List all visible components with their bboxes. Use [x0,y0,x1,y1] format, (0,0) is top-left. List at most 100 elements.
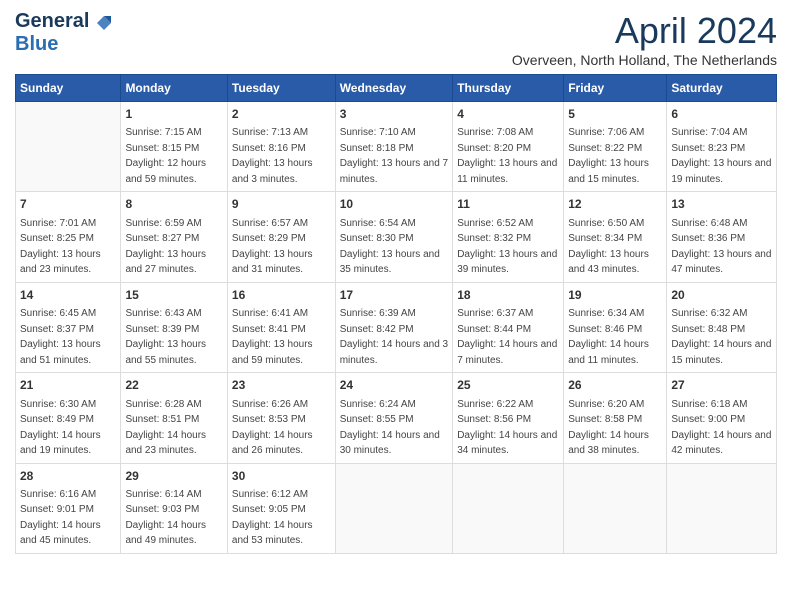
day-number: 4 [457,106,559,123]
sunrise: Sunrise: 6:39 AM [340,308,416,319]
logo-icon [95,14,113,32]
daylight: Daylight: 13 hours and 11 minutes. [457,158,557,185]
calendar-table: Sunday Monday Tuesday Wednesday Thursday… [15,74,777,554]
sunset: Sunset: 8:27 PM [125,233,199,244]
sunset: Sunset: 8:37 PM [20,324,94,335]
sunrise: Sunrise: 6:37 AM [457,308,533,319]
sunrise: Sunrise: 6:54 AM [340,218,416,229]
calendar-cell: 16Sunrise: 6:41 AMSunset: 8:41 PMDayligh… [227,282,335,372]
calendar-cell: 13Sunrise: 6:48 AMSunset: 8:36 PMDayligh… [667,192,777,282]
calendar-cell: 22Sunrise: 6:28 AMSunset: 8:51 PMDayligh… [121,373,227,463]
daylight: Daylight: 14 hours and 23 minutes. [125,430,206,457]
col-monday: Monday [121,75,227,102]
calendar-week-1: 1 Sunrise: 7:15 AM Sunset: 8:15 PM Daylight… [16,102,777,192]
sunset: Sunset: 8:32 PM [457,233,531,244]
sunrise: Sunrise: 6:52 AM [457,218,533,229]
calendar-cell [16,102,121,192]
sunset: Sunset: 8:18 PM [340,143,414,154]
sunrise: Sunrise: 7:15 AM [125,127,201,138]
sunset: Sunset: 8:41 PM [232,324,306,335]
sunrise: Sunrise: 6:18 AM [671,399,747,410]
sunset: Sunset: 8:53 PM [232,414,306,425]
logo: General Blue [15,10,113,56]
sunrise: Sunrise: 6:12 AM [232,489,308,500]
daylight: Daylight: 13 hours and 39 minutes. [457,249,557,276]
calendar-cell: 12Sunrise: 6:50 AMSunset: 8:34 PMDayligh… [564,192,667,282]
sunset: Sunset: 9:05 PM [232,504,306,515]
calendar-cell [335,463,453,553]
calendar-cell: 28Sunrise: 6:16 AMSunset: 9:01 PMDayligh… [16,463,121,553]
sunset: Sunset: 8:56 PM [457,414,531,425]
calendar-cell [453,463,564,553]
day-number: 1 [125,106,222,123]
calendar-cell: 24Sunrise: 6:24 AMSunset: 8:55 PMDayligh… [335,373,453,463]
calendar-cell: 5Sunrise: 7:06 AMSunset: 8:22 PMDaylight… [564,102,667,192]
sunset: Sunset: 9:01 PM [20,504,94,515]
sunrise: Sunrise: 6:50 AM [568,218,644,229]
sunrise: Sunrise: 7:01 AM [20,218,96,229]
daylight: Daylight: 14 hours and 49 minutes. [125,520,206,547]
col-thursday: Thursday [453,75,564,102]
calendar-cell: 15Sunrise: 6:43 AMSunset: 8:39 PMDayligh… [121,282,227,372]
calendar-cell: 27Sunrise: 6:18 AMSunset: 9:00 PMDayligh… [667,373,777,463]
daylight: Daylight: 14 hours and 53 minutes. [232,520,313,547]
sunset: Sunset: 8:16 PM [232,143,306,154]
col-tuesday: Tuesday [227,75,335,102]
title-block: April 2024 Overveen, North Holland, The … [512,10,777,68]
daylight: Daylight: 13 hours and 19 minutes. [671,158,771,185]
sunset: Sunset: 8:58 PM [568,414,642,425]
sunset: Sunset: 8:49 PM [20,414,94,425]
daylight: Daylight: 14 hours and 19 minutes. [20,430,101,457]
sunset: Sunset: 8:44 PM [457,324,531,335]
day-number: 7 [20,196,116,213]
calendar-week-3: 14Sunrise: 6:45 AMSunset: 8:37 PMDayligh… [16,282,777,372]
calendar-cell: 2Sunrise: 7:13 AMSunset: 8:16 PMDaylight… [227,102,335,192]
calendar-cell: 1Sunrise: 7:15 AMSunset: 8:15 PMDaylight… [121,102,227,192]
sunrise: Sunrise: 6:43 AM [125,308,201,319]
sunrise: Sunrise: 6:48 AM [671,218,747,229]
daylight: Daylight: 14 hours and 11 minutes. [568,339,649,366]
col-friday: Friday [564,75,667,102]
sunrise: Sunrise: 7:13 AM [232,127,308,138]
header: General Blue April 2024 Overveen, North … [15,10,777,68]
calendar-cell: 26Sunrise: 6:20 AMSunset: 8:58 PMDayligh… [564,373,667,463]
calendar-body: 1 Sunrise: 7:15 AM Sunset: 8:15 PM Daylight… [16,102,777,554]
calendar-header: Sunday Monday Tuesday Wednesday Thursday… [16,75,777,102]
calendar-cell: 21Sunrise: 6:30 AMSunset: 8:49 PMDayligh… [16,373,121,463]
daylight: Daylight: 13 hours and 3 minutes. [232,158,313,185]
sunrise: Sunrise: 6:32 AM [671,308,747,319]
daylight: Daylight: 13 hours and 43 minutes. [568,249,649,276]
sunrise: Sunrise: 6:14 AM [125,489,201,500]
day-number: 20 [671,287,772,304]
calendar-week-5: 28Sunrise: 6:16 AMSunset: 9:01 PMDayligh… [16,463,777,553]
daylight: Daylight: 13 hours and 59 minutes. [232,339,313,366]
sunrise: Sunrise: 6:16 AM [20,489,96,500]
sunrise: Sunrise: 7:06 AM [568,127,644,138]
page-container: General Blue April 2024 Overveen, North … [0,0,792,564]
sunset: Sunset: 8:46 PM [568,324,642,335]
daylight: Daylight: 14 hours and 45 minutes. [20,520,101,547]
calendar-cell: 3Sunrise: 7:10 AMSunset: 8:18 PMDaylight… [335,102,453,192]
sunrise: Sunrise: 7:08 AM [457,127,533,138]
daylight: Daylight: 13 hours and 15 minutes. [568,158,649,185]
daylight: Daylight: 13 hours and 7 minutes. [340,158,448,185]
day-number: 17 [340,287,449,304]
sunrise: Sunrise: 7:04 AM [671,127,747,138]
sunset: Sunset: 8:34 PM [568,233,642,244]
calendar-cell: 30Sunrise: 6:12 AMSunset: 9:05 PMDayligh… [227,463,335,553]
col-sunday: Sunday [16,75,121,102]
daylight: Daylight: 13 hours and 47 minutes. [671,249,771,276]
day-number: 5 [568,106,662,123]
col-saturday: Saturday [667,75,777,102]
month-title: April 2024 [512,10,777,52]
sunset: Sunset: 8:15 PM [125,143,199,154]
calendar-cell: 18Sunrise: 6:37 AMSunset: 8:44 PMDayligh… [453,282,564,372]
daylight: Daylight: 14 hours and 30 minutes. [340,430,440,457]
calendar-cell: 6Sunrise: 7:04 AMSunset: 8:23 PMDaylight… [667,102,777,192]
calendar-cell: 8Sunrise: 6:59 AMSunset: 8:27 PMDaylight… [121,192,227,282]
sunset: Sunset: 8:30 PM [340,233,414,244]
sunset: Sunset: 8:29 PM [232,233,306,244]
sunset: Sunset: 8:51 PM [125,414,199,425]
calendar-cell: 20Sunrise: 6:32 AMSunset: 8:48 PMDayligh… [667,282,777,372]
day-number: 10 [340,196,449,213]
